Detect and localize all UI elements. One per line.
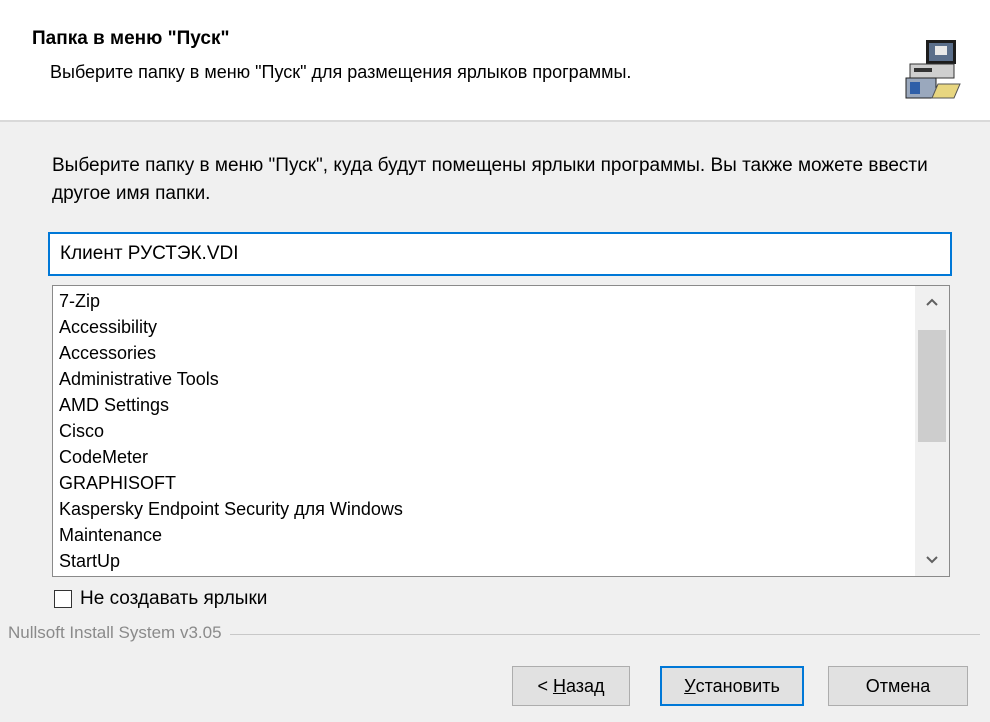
list-scrollbar[interactable] [915,286,949,576]
instruction-text: Выберите папку в меню "Пуск", куда будут… [52,155,928,204]
back-button-label: азад [565,675,605,696]
list-item[interactable]: GRAPHISOFT [59,470,919,496]
wizard-header: Папка в меню "Пуск" Выберите папку в мен… [0,0,990,122]
install-button[interactable]: Установить [660,666,804,706]
back-button[interactable]: < Назад [512,666,630,706]
back-button-prefix: < [537,675,553,696]
page-subtitle: Выберите папку в меню "Пуск" для размеще… [50,62,632,82]
chevron-down-icon [926,556,938,564]
list-item[interactable]: Administrative Tools [59,366,919,392]
install-button-label: становить [695,675,780,696]
cancel-button[interactable]: Отмена [828,666,968,706]
no-shortcuts-label[interactable]: Не создавать ярлыки [80,588,267,610]
scroll-down-button[interactable] [915,544,949,576]
list-item[interactable]: 7-Zip [59,288,919,314]
scroll-up-button[interactable] [915,286,949,318]
list-item[interactable]: Cisco [59,418,919,444]
no-shortcuts-option[interactable]: Не создавать ярлыки [54,586,267,612]
install-button-mnemonic: У [684,675,696,696]
list-item[interactable]: AMD Settings [59,392,919,418]
installer-computer-icon [905,40,961,99]
list-item[interactable]: Accessories [59,340,919,366]
chevron-up-icon [926,298,938,306]
scroll-thumb[interactable] [918,330,946,442]
page-title: Папка в меню "Пуск" [32,28,230,49]
list-item[interactable]: StartUp [59,548,919,574]
no-shortcuts-checkbox[interactable] [54,590,72,608]
start-menu-folder-list[interactable]: 7-Zip Accessibility Accessories Administ… [52,285,950,577]
start-menu-folder-input[interactable] [48,232,952,276]
list-item[interactable]: Maintenance [59,522,919,548]
nsis-branding: Nullsoft Install System v3.05 [8,623,230,643]
back-button-mnemonic: Н [552,675,566,696]
list-item[interactable]: Kaspersky Endpoint Security для Windows [59,496,919,522]
list-item[interactable]: CodeMeter [59,444,919,470]
list-item[interactable]: Accessibility [59,314,919,340]
